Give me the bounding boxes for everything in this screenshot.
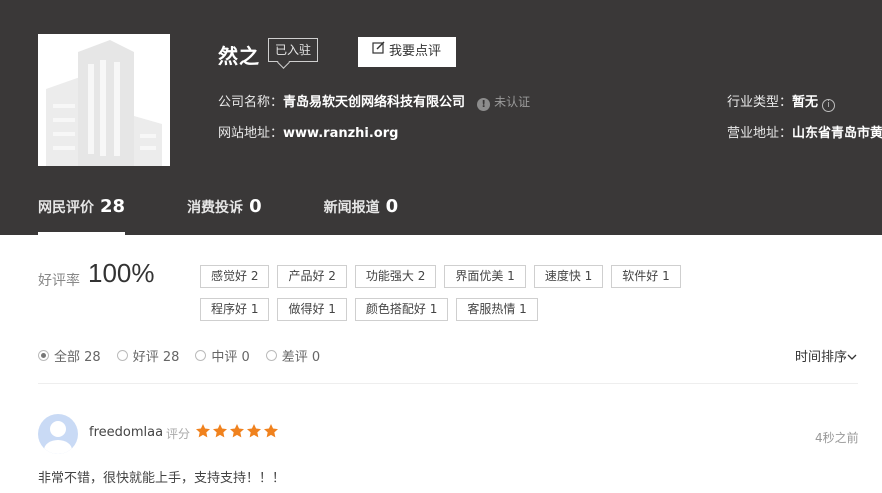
- company-fullname-row: 公司名称：青岛易软天创网络科技有限公司 ! 未认证: [218, 91, 530, 111]
- review-tag[interactable]: 程序好 1: [200, 298, 270, 321]
- company-logo-placeholder: [38, 34, 170, 166]
- company-fullname-value: 青岛易软天创网络科技有限公司: [283, 95, 466, 110]
- info-icon[interactable]: i: [822, 99, 836, 112]
- filter-positive[interactable]: 好评 28: [116, 346, 180, 365]
- section-tabs: 网民评价 28 消费投诉 0 新闻报道 0: [38, 196, 460, 235]
- website-label: 网站地址：: [218, 126, 284, 141]
- review-tag[interactable]: 界面优美 1: [444, 265, 526, 288]
- company-name: 然之: [218, 44, 260, 68]
- website-link[interactable]: www.ranzhi.org: [283, 126, 398, 141]
- tab-news-reports[interactable]: 新闻报道 0: [324, 196, 399, 235]
- review-time: 4秒之前: [815, 431, 859, 445]
- review-tags: 感觉好 2 产品好 2 功能强大 2 界面优美 1 速度快 1 软件好 1 程序…: [200, 265, 700, 331]
- review-username[interactable]: freedomlaa: [89, 425, 163, 440]
- filter-neutral[interactable]: 中评 0: [195, 346, 250, 365]
- joined-badge: 已入驻: [268, 38, 319, 62]
- sort-label: 时间排序: [795, 350, 848, 365]
- tab-user-reviews[interactable]: 网民评价 28: [38, 196, 126, 235]
- divider: [38, 383, 858, 384]
- filter-label: 中评 0: [211, 350, 250, 365]
- review-tag[interactable]: 产品好 2: [277, 265, 347, 288]
- industry-label: 行业类型：: [727, 95, 793, 110]
- chevron-down-icon: [847, 350, 857, 365]
- building-icon: [38, 34, 170, 166]
- sort-by-time-dropdown[interactable]: 时间排序: [795, 346, 857, 365]
- filter-negative[interactable]: 差评 0: [265, 346, 321, 365]
- filter-all[interactable]: 全部 28: [38, 346, 101, 365]
- tab-count: 0: [249, 196, 262, 217]
- review-tag[interactable]: 软件好 1: [611, 265, 681, 288]
- website-row: 网站地址：www.ranzhi.org: [218, 122, 398, 141]
- company-fullname-label: 公司名称：: [218, 95, 284, 110]
- unverified-status: ! 未认证: [477, 95, 531, 111]
- user-icon: [44, 421, 72, 454]
- edit-icon: [372, 36, 385, 66]
- industry-row: 行业类型：暂无 i: [727, 91, 836, 112]
- star-icon: [264, 424, 278, 438]
- positive-rate-value: 100%: [88, 258, 155, 288]
- review-tag[interactable]: 颜色搭配好 1: [354, 298, 449, 321]
- star-rating: [195, 423, 280, 439]
- review-tag[interactable]: 速度快 1: [533, 265, 604, 288]
- positive-rate-label: 好评率: [38, 273, 80, 289]
- star-icon: [230, 424, 244, 438]
- address-label: 营业地址：: [727, 126, 793, 141]
- address-row: 营业地址：山东省青岛市黄: [727, 122, 882, 141]
- star-icon: [213, 424, 227, 438]
- address-value: 山东省青岛市黄: [792, 126, 882, 141]
- review-tag[interactable]: 功能强大 2: [354, 265, 437, 288]
- tab-label: 消费投诉: [187, 200, 244, 216]
- radio-button[interactable]: [38, 350, 49, 361]
- unverified-label: 未认证: [494, 95, 531, 109]
- radio-button[interactable]: [116, 350, 128, 361]
- review-filter-group: 全部 28 好评 28 中评 0 差评 0: [38, 346, 336, 365]
- score-label: 评分: [166, 427, 191, 441]
- tab-label: 网民评价: [38, 200, 94, 216]
- write-review-label: 我要点评: [389, 44, 442, 59]
- tab-consumer-complaints[interactable]: 消费投诉 0: [187, 196, 262, 235]
- company-header: 然之 已入驻 我要点评 公司名称：青岛易软天创网络科技有限公司 ! 未认证 网站地…: [0, 0, 882, 235]
- filter-label: 差评 0: [281, 350, 321, 365]
- industry-value: 暂无: [792, 95, 819, 110]
- review-tag[interactable]: 客服热情 1: [456, 298, 538, 321]
- avatar[interactable]: [38, 414, 78, 454]
- tab-count: 0: [385, 196, 399, 217]
- radio-button[interactable]: [195, 350, 207, 361]
- star-icon: [247, 424, 261, 438]
- filter-label: 全部 28: [54, 350, 101, 365]
- review-text: 非常不错，很快就能上手，支持支持！！！: [38, 471, 286, 486]
- review-tag[interactable]: 做得好 1: [277, 298, 347, 321]
- radio-button[interactable]: [265, 350, 277, 361]
- write-review-button[interactable]: 我要点评: [358, 37, 456, 67]
- alert-icon: !: [477, 98, 491, 111]
- tab-count: 28: [100, 196, 126, 217]
- star-icon: [196, 424, 210, 438]
- review-tag[interactable]: 感觉好 2: [200, 265, 270, 288]
- filter-label: 好评 28: [132, 350, 180, 365]
- tab-label: 新闻报道: [323, 200, 380, 216]
